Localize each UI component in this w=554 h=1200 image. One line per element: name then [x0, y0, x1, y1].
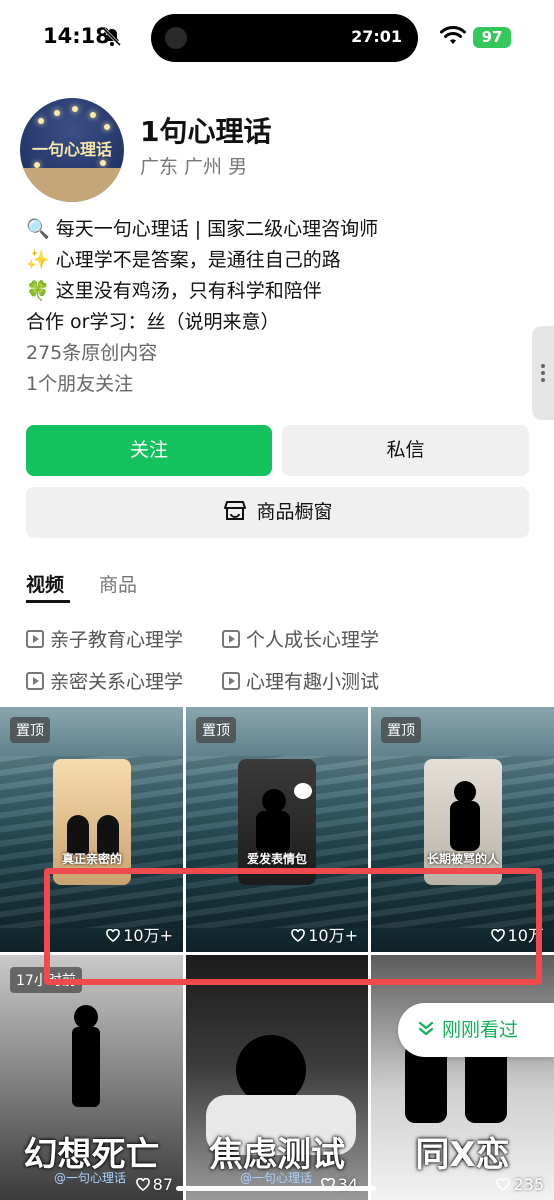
like-count-value: 87 [152, 1175, 173, 1194]
battery-indicator: 97 [473, 27, 511, 48]
island-timer: 27:01 [351, 27, 402, 46]
bio-line: 🔍 每天一句心理话 | 国家二级心理咨询师 [26, 218, 379, 240]
like-count-value: 34 [337, 1175, 358, 1194]
bell-muted-icon [102, 27, 122, 47]
video-card[interactable]: 17小时前 幻想死亡 @一句心理话 87 [0, 955, 183, 1200]
like-count-value: 235 [513, 1175, 544, 1194]
video-author: @一句心理话 [240, 1171, 313, 1185]
highlight-box [44, 868, 542, 985]
playlist-item[interactable]: 心理有趣小测试 [222, 667, 379, 694]
follow-button[interactable]: 关注 [26, 425, 272, 476]
works-count: 275条原创内容 [26, 342, 158, 364]
like-count: 34 [320, 1175, 358, 1194]
avatar-sand [20, 168, 124, 202]
playlist-item[interactable]: 亲密关系心理学 [26, 667, 183, 694]
double-chevron-down-icon [418, 1021, 434, 1036]
playlist-icon [222, 630, 240, 648]
just-watched-label: 刚刚看过 [442, 1019, 519, 1041]
video-thumbnail: 真正亲密的 [53, 759, 131, 885]
heart-icon [135, 1177, 150, 1191]
playlist-label: 心理有趣小测试 [246, 671, 380, 693]
bio-line: 合作 or学习：丝（说明来意） [26, 311, 280, 333]
side-drawer-handle[interactable] [532, 326, 554, 420]
like-count: 235 [496, 1175, 544, 1194]
heart-icon [496, 1177, 511, 1191]
shop-window-label: 商品橱窗 [256, 501, 333, 523]
tab-active-underline [26, 600, 70, 603]
playlist-icon [26, 630, 44, 648]
hourglass-icon [165, 27, 187, 49]
playlist-label: 亲子教育心理学 [50, 629, 184, 651]
shop-window-button[interactable]: 商品橱窗 [26, 487, 529, 538]
like-count: 87 [135, 1175, 173, 1194]
video-caption: 爱发表情包 [246, 852, 307, 866]
playlist-icon [26, 672, 44, 690]
tab-video[interactable]: 视频 [26, 570, 64, 597]
profile-bio: 🔍 每天一句心理话 | 国家二级心理咨询师 ✨ 心理学不是答案，是通往自己的路 … [26, 214, 526, 400]
pinned-badge: 置顶 [196, 717, 236, 743]
tab-goods[interactable]: 商品 [99, 570, 137, 597]
video-thumbnail: 长期被骂的人 [424, 759, 502, 885]
video-thumbnail: 爱发表情包 [238, 759, 316, 885]
video-author: @一句心理话 [54, 1171, 127, 1185]
profile-name: 1句心理话 [140, 115, 272, 148]
storefront-icon [224, 500, 247, 520]
playlist-item[interactable]: 个人成长心理学 [222, 625, 379, 652]
video-caption: 真正亲密的 [61, 852, 122, 866]
dynamic-island: 27:01 [151, 14, 418, 62]
home-indicator[interactable] [176, 1186, 376, 1191]
status-bar: 14:18 27:01 97 [0, 0, 554, 76]
playlist-icon [222, 672, 240, 690]
status-time: 14:18 [43, 24, 110, 48]
video-card[interactable]: 同X恋 235 [371, 955, 554, 1200]
video-title: 同X恋 [415, 1135, 510, 1175]
video-card[interactable]: 焦虑测试 @一句心理话 34 [186, 955, 368, 1200]
playlist-item[interactable]: 亲子教育心理学 [26, 625, 183, 652]
playlist-label: 亲密关系心理学 [50, 671, 184, 693]
friends-follow[interactable]: 1个朋友关注 [26, 369, 526, 400]
bio-line: ✨ 心理学不是答案，是通往自己的路 [26, 249, 341, 271]
pinned-badge: 置顶 [10, 717, 50, 743]
pinned-badge: 置顶 [381, 717, 421, 743]
avatar-text: 一句心理话 [31, 140, 112, 159]
playlist-label: 个人成长心理学 [246, 629, 380, 651]
profile-location: 广东 广州 男 [140, 156, 248, 178]
message-button[interactable]: 私信 [282, 425, 529, 476]
avatar[interactable]: 一句心理话 [20, 98, 124, 202]
just-watched-button[interactable]: 刚刚看过 [398, 1003, 554, 1057]
video-caption: 长期被骂的人 [426, 852, 499, 866]
wifi-icon [440, 26, 466, 44]
bio-line: 🍀 这里没有鸡汤，只有科学和陪伴 [26, 280, 322, 302]
